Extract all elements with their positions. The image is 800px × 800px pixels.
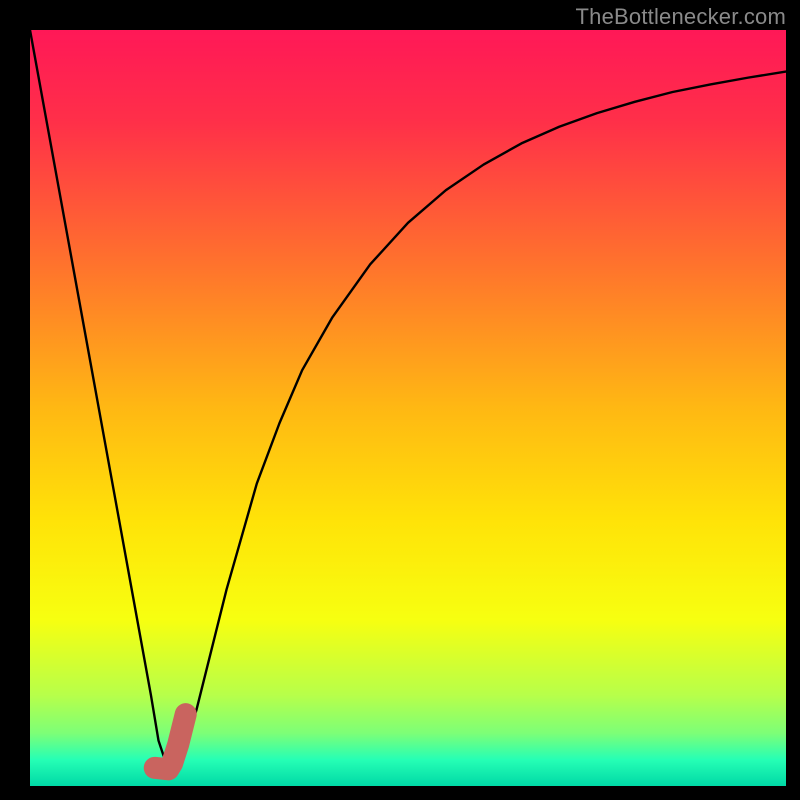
plot-area xyxy=(30,30,786,786)
gradient-background xyxy=(30,30,786,786)
bottleneck-chart xyxy=(30,30,786,786)
chart-frame: TheBottlenecker.com xyxy=(0,0,800,800)
watermark-text: TheBottlenecker.com xyxy=(576,4,786,30)
